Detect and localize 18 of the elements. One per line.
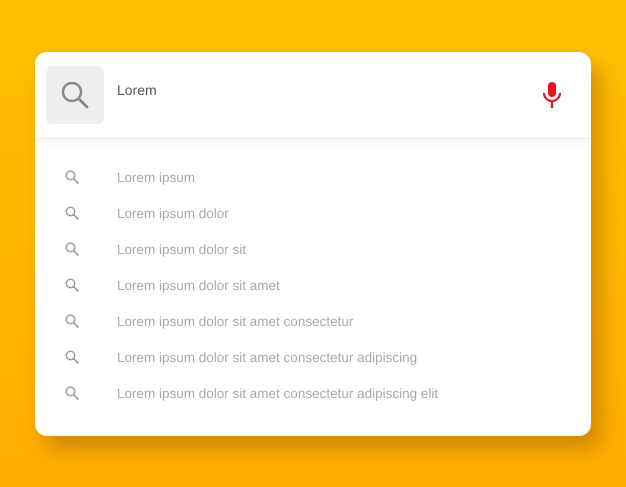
search-icon — [65, 242, 79, 256]
suggestion-item[interactable]: Lorem ipsum — [117, 170, 196, 184]
search-icon — [65, 206, 79, 220]
suggestion-item[interactable]: Lorem ipsum dolor sit amet consectetur adipiscing — [117, 350, 418, 364]
search-icon — [65, 314, 79, 328]
search-icon — [65, 170, 79, 184]
suggestion-item[interactable]: Lorem ipsum dolor sit — [117, 242, 246, 256]
search-icon — [65, 386, 79, 400]
search-icon — [65, 278, 79, 292]
suggestion-item[interactable]: Lorem ipsum dolor sit amet — [117, 278, 280, 292]
microphone-icon[interactable] — [541, 80, 563, 108]
search-icon — [60, 80, 90, 110]
suggestion-item[interactable]: Lorem ipsum dolor — [117, 206, 229, 220]
suggestion-item[interactable]: Lorem ipsum dolor sit amet consectetur — [117, 314, 354, 328]
search-button[interactable] — [46, 66, 104, 124]
search-icon — [65, 350, 79, 364]
suggestion-item[interactable]: Lorem ipsum dolor sit amet consectetur adipiscing elit — [117, 386, 438, 400]
search-field[interactable]: Lorem — [117, 80, 541, 100]
